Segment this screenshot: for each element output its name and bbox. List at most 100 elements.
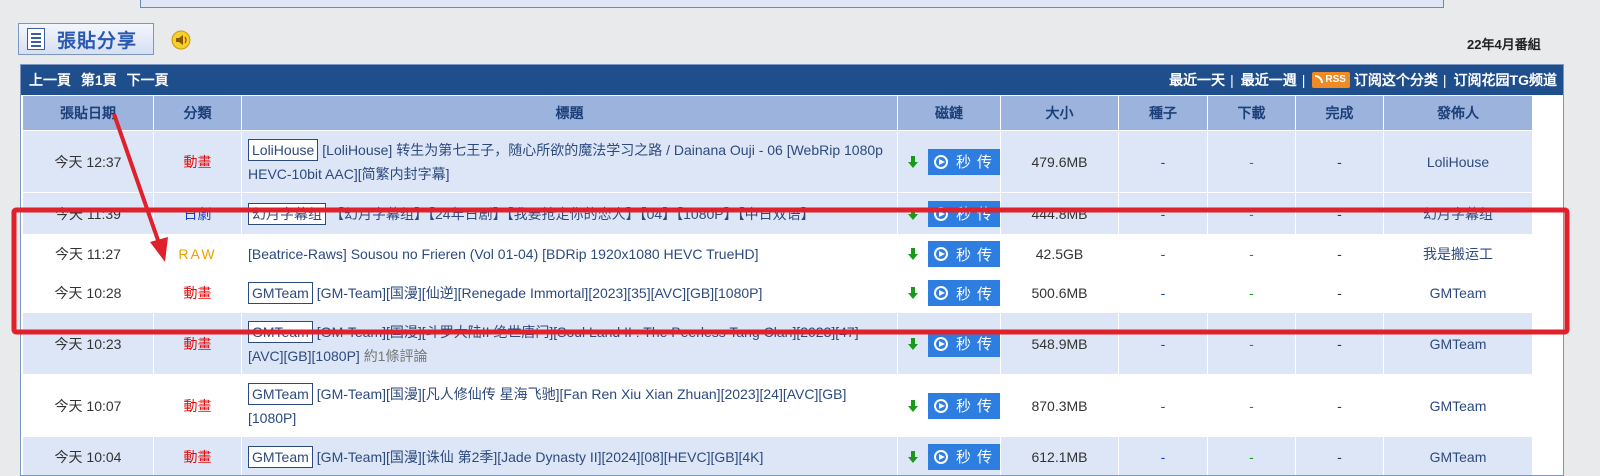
magnet-cell: 秒传 xyxy=(898,193,1001,235)
team-tag-link[interactable]: GMTeam xyxy=(248,321,313,343)
separator: | xyxy=(1443,72,1447,88)
subscribe-category-link[interactable]: 订阅这个分类 xyxy=(1354,70,1438,90)
col-size[interactable]: 大小 xyxy=(1001,96,1119,131)
row-complete: - xyxy=(1296,235,1384,274)
col-downloads[interactable]: 下載 xyxy=(1208,96,1296,131)
row-downloads: - xyxy=(1208,274,1296,313)
table-row: 今天 10:07 動畫 GMTeam[GM-Team][国漫][凡人修仙传 星海… xyxy=(23,375,1533,437)
listing-table: 張貼日期 分類 標題 磁鏈 大小 種子 下載 完成 發佈人 今天 12:37 動… xyxy=(22,95,1533,476)
row-title-cell: GMTeam[GM-Team][国漫][斗罗大陆II 绝世唐门][Soul La… xyxy=(242,313,898,375)
row-title-link[interactable]: [GM-Team][国漫][凡人修仙传 星海飞驰][Fan Ren Xiu Xi… xyxy=(248,386,846,426)
last-day-link[interactable]: 最近一天 xyxy=(1169,70,1225,90)
col-date[interactable]: 張貼日期 xyxy=(23,96,154,131)
team-tag-link[interactable]: GMTeam xyxy=(248,446,313,468)
download-arrow-icon[interactable] xyxy=(906,450,920,464)
row-downloads: - xyxy=(1208,375,1296,437)
magnet-button[interactable]: 秒传 xyxy=(928,149,1001,175)
magnet-button[interactable]: 秒传 xyxy=(928,444,1001,470)
team-tag-link[interactable]: GMTeam xyxy=(248,383,313,405)
col-category[interactable]: 分類 xyxy=(154,96,242,131)
row-downloads: - xyxy=(1208,131,1296,193)
row-title-link[interactable]: [GM-Team][国漫][斗罗大陆II 绝世唐门][Soul Land II … xyxy=(248,324,859,364)
table-row: 今天 12:37 動畫 LoliHouse[LoliHouse] 转生为第七王子… xyxy=(23,131,1533,193)
table-row: 今天 10:04 動畫 GMTeam[GM-Team][国漫][诛仙 第2季][… xyxy=(23,437,1533,476)
col-complete[interactable]: 完成 xyxy=(1296,96,1384,131)
last-week-link[interactable]: 最近一週 xyxy=(1241,70,1297,90)
row-downloads: - xyxy=(1208,193,1296,235)
row-category-link[interactable]: 日劇 xyxy=(154,193,242,235)
row-publisher-link[interactable]: 我是搬运工 xyxy=(1384,235,1533,274)
row-date: 今天 11:27 xyxy=(23,235,154,274)
download-arrow-icon[interactable] xyxy=(906,155,920,169)
magnet-button-label: 秒传 xyxy=(956,395,998,416)
team-tag-link[interactable]: LoliHouse xyxy=(248,139,318,161)
row-complete: - xyxy=(1296,313,1384,375)
row-category-link[interactable]: 動畫 xyxy=(154,131,242,193)
season-label[interactable]: 22年4月番組 xyxy=(1467,34,1549,53)
post-share-button[interactable]: 張貼分享 xyxy=(18,23,154,55)
row-publisher-link[interactable]: GMTeam xyxy=(1384,375,1533,437)
comment-count-link[interactable]: 約1條評論 xyxy=(364,348,428,364)
row-title-link[interactable]: [LoliHouse] 转生为第七王子，随心所欲的魔法学习之路 / Dainan… xyxy=(248,142,883,182)
row-title-link[interactable]: 【幻月字幕组】【24年日剧】【我要抢走你的恋人】【04】【1080P】【中日双语… xyxy=(330,206,815,222)
row-publisher-link[interactable]: GMTeam xyxy=(1384,274,1533,313)
prev-page-link[interactable]: 上一頁 xyxy=(29,72,71,88)
row-seeds: - xyxy=(1119,313,1208,375)
speaker-icon[interactable] xyxy=(170,30,192,50)
row-title-cell: LoliHouse[LoliHouse] 转生为第七王子，随心所欲的魔法学习之路… xyxy=(242,131,898,193)
team-tag-link[interactable]: 幻月字幕组 xyxy=(248,203,326,225)
play-icon xyxy=(934,399,948,413)
magnet-button[interactable]: 秒传 xyxy=(928,331,1001,357)
row-title-cell: GMTeam[GM-Team][国漫][诛仙 第2季][Jade Dynasty… xyxy=(242,437,898,476)
play-icon xyxy=(934,207,948,221)
separator: | xyxy=(1230,72,1234,88)
magnet-button[interactable]: 秒传 xyxy=(928,393,1001,419)
top-frame xyxy=(140,0,1444,8)
download-arrow-icon[interactable] xyxy=(906,207,920,221)
row-category-link[interactable]: RAW xyxy=(154,235,242,274)
magnet-button[interactable]: 秒传 xyxy=(928,280,1001,306)
next-page-link[interactable]: 下一頁 xyxy=(127,72,169,88)
row-date: 今天 11:39 xyxy=(23,193,154,235)
row-title-cell: GMTeam[GM-Team][国漫][凡人修仙传 星海飞驰][Fan Ren … xyxy=(242,375,898,437)
download-arrow-icon[interactable] xyxy=(906,399,920,413)
row-title-cell: GMTeam[GM-Team][国漫][仙逆][Renegade Immorta… xyxy=(242,274,898,313)
row-publisher-link[interactable]: 幻月字幕组 xyxy=(1384,193,1533,235)
row-date: 今天 10:04 xyxy=(23,437,154,476)
play-icon xyxy=(934,286,948,300)
download-arrow-icon[interactable] xyxy=(906,337,920,351)
col-seeds[interactable]: 種子 xyxy=(1119,96,1208,131)
magnet-button-label: 秒传 xyxy=(956,283,998,304)
row-category-link[interactable]: 動畫 xyxy=(154,375,242,437)
col-publisher[interactable]: 發佈人 xyxy=(1384,96,1533,131)
row-category-link[interactable]: 動畫 xyxy=(154,437,242,476)
row-date: 今天 12:37 xyxy=(23,131,154,193)
row-publisher-link[interactable]: GMTeam xyxy=(1384,437,1533,476)
row-publisher-link[interactable]: LoliHouse xyxy=(1384,131,1533,193)
header-row: 張貼日期 分類 標題 磁鏈 大小 種子 下載 完成 發佈人 xyxy=(23,96,1533,131)
row-category-link[interactable]: 動畫 xyxy=(154,313,242,375)
row-title-link[interactable]: [Beatrice-Raws] Sousou no Frieren (Vol 0… xyxy=(248,246,758,262)
row-title-link[interactable]: [GM-Team][国漫][诛仙 第2季][Jade Dynasty II][2… xyxy=(317,449,764,465)
team-tag-link[interactable]: GMTeam xyxy=(248,282,313,304)
row-complete: - xyxy=(1296,131,1384,193)
row-title-cell: 幻月字幕组【幻月字幕组】【24年日剧】【我要抢走你的恋人】【04】【1080P】… xyxy=(242,193,898,235)
rss-icon[interactable]: RSS xyxy=(1312,72,1350,88)
magnet-cell: 秒传 xyxy=(898,274,1001,313)
row-publisher-link[interactable]: GMTeam xyxy=(1384,313,1533,375)
download-arrow-icon[interactable] xyxy=(906,247,920,261)
row-category-link[interactable]: 動畫 xyxy=(154,274,242,313)
download-arrow-icon[interactable] xyxy=(906,286,920,300)
magnet-button-label: 秒传 xyxy=(956,151,998,172)
play-icon xyxy=(934,337,948,351)
magnet-cell: 秒传 xyxy=(898,313,1001,375)
magnet-button-label: 秒传 xyxy=(956,244,998,265)
separator: | xyxy=(1302,72,1306,88)
row-title-link[interactable]: [GM-Team][国漫][仙逆][Renegade Immortal][202… xyxy=(317,285,763,301)
magnet-button[interactable]: 秒传 xyxy=(928,241,1001,267)
col-title[interactable]: 標題 xyxy=(242,96,898,131)
magnet-button[interactable]: 秒传 xyxy=(928,201,1001,227)
subscribe-tg-link[interactable]: 订阅花园TG频道 xyxy=(1454,70,1557,90)
magnet-cell: 秒传 xyxy=(898,235,1001,274)
row-seeds: - xyxy=(1119,375,1208,437)
